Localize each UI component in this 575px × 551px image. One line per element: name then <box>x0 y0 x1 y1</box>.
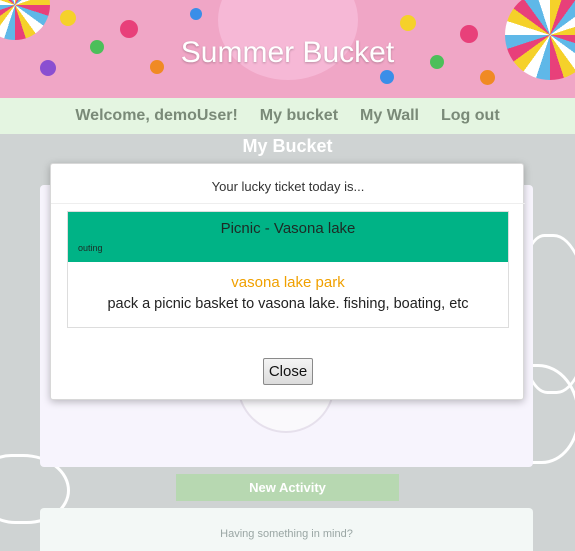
site-title: Summer Bucket <box>180 36 395 69</box>
candy-decoration <box>60 10 76 26</box>
candy-decoration <box>380 70 394 84</box>
idea-prompt: Having something in mind? <box>220 528 353 540</box>
lucky-ticket-modal: Your lucky ticket today is... Picnic - V… <box>50 163 525 400</box>
top-navbar: Welcome, demoUser! My bucket My Wall Log… <box>0 98 575 134</box>
candy-decoration <box>400 15 416 31</box>
candy-decoration <box>190 8 202 20</box>
idea-card: Having something in mind? <box>40 508 533 551</box>
candy-decoration <box>480 70 495 85</box>
section-title: My Bucket <box>242 136 333 156</box>
nav-logout[interactable]: Log out <box>441 107 500 125</box>
close-button[interactable]: Close <box>263 358 313 385</box>
ticket-description: pack a picnic basket to vasona lake. fis… <box>107 296 469 312</box>
nav-my-bucket[interactable]: My bucket <box>260 107 338 125</box>
new-activity-button[interactable]: New Activity <box>176 474 399 501</box>
ticket-location: vasona lake park <box>231 274 345 291</box>
ticket-title: Picnic - Vasona lake <box>220 220 356 237</box>
ticket-header: Picnic - Vasona lake outing <box>68 212 508 262</box>
ticket-card: Picnic - Vasona lake outing vasona lake … <box>67 211 509 328</box>
nav-my-wall[interactable]: My Wall <box>360 107 419 125</box>
nav-welcome[interactable]: Welcome, demoUser! <box>75 107 237 125</box>
hero-banner: Summer Bucket <box>0 0 575 98</box>
modal-heading: Your lucky ticket today is... <box>51 164 525 204</box>
ticket-category: outing <box>78 243 103 253</box>
lollipop-decoration <box>0 0 50 40</box>
